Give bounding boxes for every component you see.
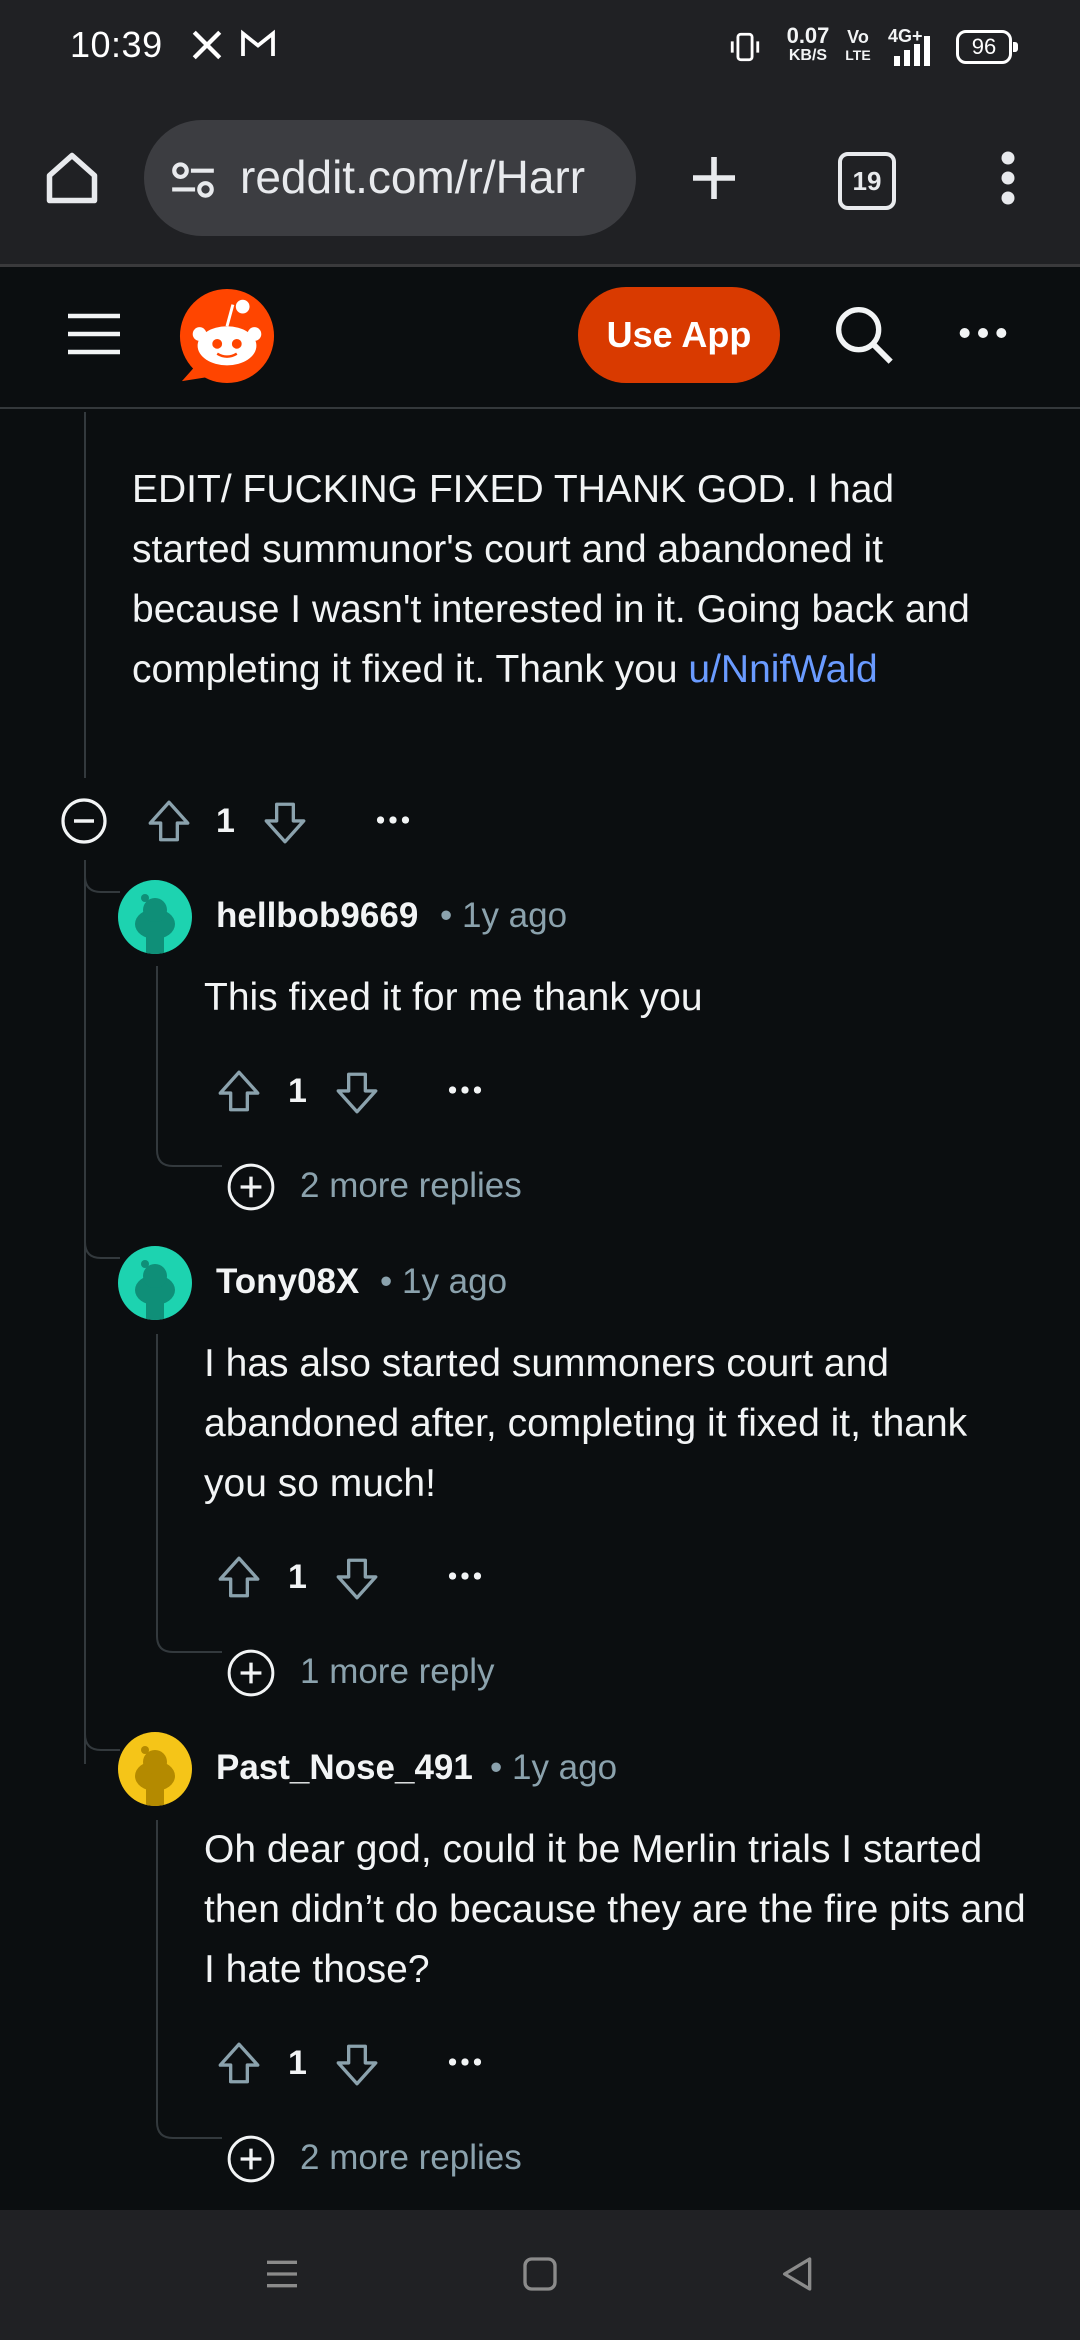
comment-body: I has also started summoners court and a…	[204, 1342, 968, 1505]
snoo-avatar-icon	[135, 1260, 175, 1320]
branch-connector	[84, 860, 120, 893]
comment-options-icon[interactable]	[448, 2054, 482, 2070]
volte-top: Vo	[847, 27, 869, 47]
network-speed: 0.07 KB/S	[778, 23, 838, 66]
reddit-header: Use App	[0, 267, 1080, 409]
menu-icon[interactable]	[262, 2254, 302, 2294]
volte-indicator: Vo LTE	[840, 28, 876, 64]
snoo-avatar-icon	[135, 1746, 175, 1806]
site-settings-icon[interactable]	[168, 154, 218, 204]
avatar[interactable]	[118, 1732, 192, 1806]
system-nav-bar	[0, 2210, 1080, 2340]
downvote-icon[interactable]	[332, 1554, 382, 1604]
downvote-icon[interactable]	[332, 2040, 382, 2090]
comment-age-text: 1y ago	[511, 1748, 618, 1787]
volte-bottom: LTE	[845, 47, 871, 63]
home-square-icon[interactable]	[520, 2254, 560, 2294]
expand-replies-icon[interactable]	[226, 2134, 276, 2184]
branch-connector	[84, 1226, 120, 1259]
url-text: reddit.com/r/Harr	[240, 151, 586, 203]
user-mention-link[interactable]: u/NnifWald	[688, 648, 877, 691]
top-comment-body: EDIT/ FUCKING FIXED THANK GOD. I had sta…	[132, 460, 992, 700]
new-tab-icon[interactable]	[686, 150, 742, 206]
comment-body: This fixed it for me thank you	[204, 976, 703, 1019]
more-replies-connector	[156, 2102, 222, 2139]
browser-menu-icon[interactable]	[990, 148, 1026, 208]
status-time: 10:39	[70, 24, 163, 65]
status-bar: 10:39 0.07 KB/S Vo LTE 4G+ 96	[0, 0, 1080, 96]
comment-age: • 1y ago	[380, 1262, 508, 1301]
reddit-logo-icon[interactable]	[178, 287, 276, 385]
url-bar[interactable]: reddit.com/r/Harr	[144, 120, 636, 236]
downvote-icon[interactable]	[260, 798, 310, 848]
comment-age: • 1y ago	[490, 1748, 618, 1787]
collapse-icon[interactable]	[60, 797, 108, 845]
upvote-icon[interactable]	[214, 1552, 264, 1602]
tab-switcher-button[interactable]: 19	[838, 152, 896, 210]
comment-age-text: 1y ago	[401, 1262, 508, 1301]
comment-username[interactable]: hellbob9669	[216, 896, 418, 936]
avatar[interactable]	[118, 1246, 192, 1320]
comment-username[interactable]: Past_Nose_491	[216, 1748, 473, 1788]
expand-replies-icon[interactable]	[226, 1648, 276, 1698]
vote-count: 1	[216, 802, 235, 840]
upvote-icon[interactable]	[214, 1066, 264, 1116]
more-replies-link[interactable]: 2 more replies	[300, 1166, 522, 1206]
comment-body: Oh dear god, could it be Merlin trials I…	[204, 1828, 1026, 1991]
upvote-icon[interactable]	[144, 796, 194, 846]
avatar[interactable]	[118, 880, 192, 954]
vote-count: 1	[288, 1558, 307, 1596]
more-replies-connector	[156, 1616, 222, 1653]
thread-line-main	[84, 864, 86, 1764]
comment-options-icon[interactable]	[448, 1082, 482, 1098]
reply-thread-line	[156, 1820, 158, 2120]
downvote-icon[interactable]	[332, 1068, 382, 1118]
hamburger-menu-icon[interactable]	[64, 309, 124, 359]
expand-replies-icon[interactable]	[226, 1162, 276, 1212]
comment-options-icon[interactable]	[376, 812, 410, 828]
browser-toolbar: reddit.com/r/Harr 19	[0, 96, 1080, 266]
battery-indicator: 96	[956, 30, 1018, 64]
thread-line-top	[84, 412, 86, 778]
vibrate-icon	[730, 32, 760, 62]
comment-username[interactable]: Tony08X	[216, 1262, 359, 1302]
reply-thread-line	[156, 1334, 158, 1634]
use-app-button[interactable]: Use App	[578, 287, 780, 383]
network-speed-unit: KB/S	[788, 47, 828, 64]
back-triangle-icon[interactable]	[778, 2254, 818, 2294]
signal-icon	[894, 36, 930, 66]
upvote-icon[interactable]	[214, 2038, 264, 2088]
search-icon[interactable]	[832, 303, 896, 367]
more-replies-link[interactable]: 2 more replies	[300, 2138, 522, 2178]
vote-count: 1	[288, 1072, 307, 1110]
comment-options-icon[interactable]	[448, 1568, 482, 1584]
reply-thread-line	[156, 966, 158, 1146]
snoo-avatar-icon	[135, 894, 175, 954]
vote-count: 1	[288, 2044, 307, 2082]
home-icon[interactable]	[42, 148, 102, 208]
comment-age: • 1y ago	[440, 896, 568, 935]
gmail-icon	[241, 29, 275, 56]
overflow-menu-icon[interactable]	[958, 323, 1008, 343]
more-replies-connector	[156, 1130, 222, 1167]
x-icon	[192, 30, 222, 60]
network-speed-value: 0.07	[786, 23, 830, 48]
more-replies-link[interactable]: 1 more reply	[300, 1652, 495, 1692]
comment-age-text: 1y ago	[461, 896, 568, 935]
